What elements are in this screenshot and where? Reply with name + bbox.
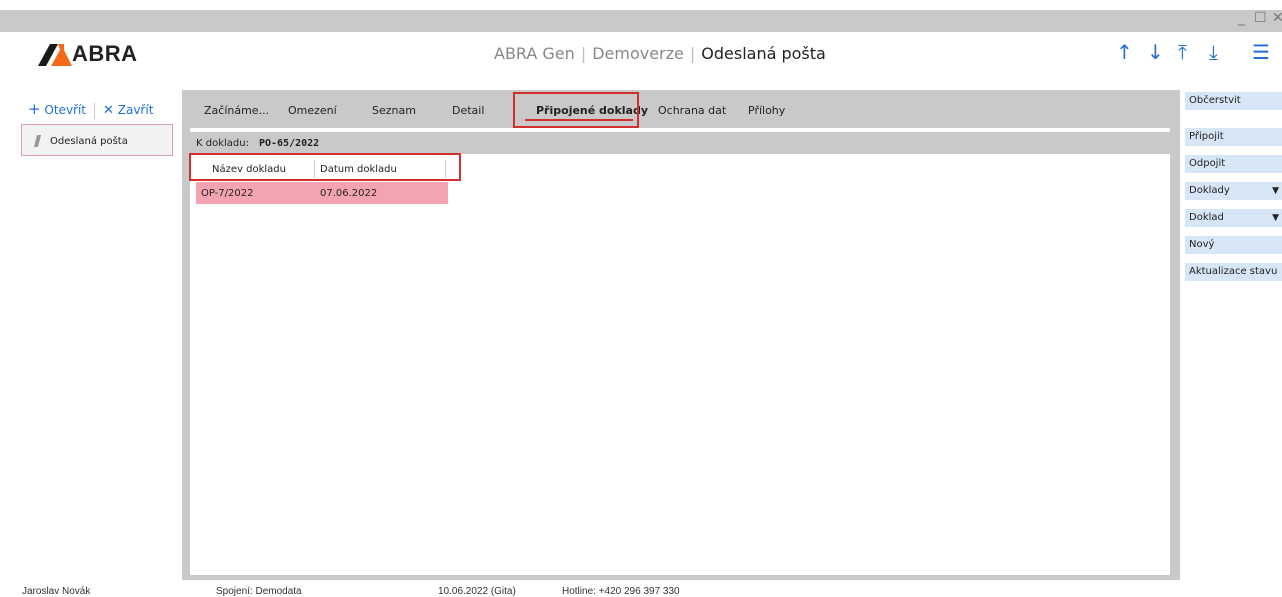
doklad-dropdown[interactable]: Doklad ▼ xyxy=(1185,209,1282,227)
title-separator: | xyxy=(689,44,696,63)
document-icon xyxy=(34,135,41,147)
status-user: Jaroslav Novák xyxy=(22,586,91,597)
new-label: Nový xyxy=(1189,239,1215,250)
arrow-down-icon[interactable]: ↓ xyxy=(1147,40,1164,64)
cell-nazev: OP-7/2022 xyxy=(201,188,254,199)
doklad-label: Doklad xyxy=(1189,212,1224,223)
minimize-icon[interactable]: _ xyxy=(1238,10,1245,26)
maximize-icon[interactable]: ☐ xyxy=(1254,10,1267,26)
status-bar: Jaroslav Novák Spojení: Demodata 10.06.2… xyxy=(0,580,1282,597)
doklady-label: Doklady xyxy=(1189,185,1230,196)
new-button[interactable]: Nový xyxy=(1185,236,1282,254)
edition-name: Demoverze xyxy=(592,44,684,63)
table-highlight xyxy=(189,153,461,181)
open-label: Otevřít xyxy=(44,103,87,117)
plus-icon: + xyxy=(28,100,41,118)
app-header: ABRA ABRA Gen | Demoverze | Odeslaná pošta ↑… xyxy=(0,32,1282,74)
k-dokladu-field: K dokladu: PO-65/2022 xyxy=(196,138,319,149)
tab-seznam[interactable]: Seznam xyxy=(372,104,416,117)
divider xyxy=(190,128,1170,132)
close-label: Zavřít xyxy=(117,103,154,117)
module-name: Odeslaná pošta xyxy=(701,44,826,63)
tab-detail[interactable]: Detail xyxy=(452,104,484,117)
tab-omezeni[interactable]: Omezení xyxy=(288,104,337,117)
window-titlebar: _ ☐ ✕ xyxy=(0,10,1282,32)
update-status-label: Aktualizace stavu xyxy=(1189,266,1278,277)
status-hotline: Hotline: +420 296 397 330 xyxy=(562,586,680,597)
status-date: 10.06.2022 (Gita) xyxy=(438,586,516,597)
active-tab-highlight xyxy=(513,92,639,128)
tab-zaciname[interactable]: Začínáme... xyxy=(204,104,269,117)
logo-text: ABRA xyxy=(72,41,138,66)
abra-logo-icon xyxy=(38,44,72,66)
title-separator: | xyxy=(580,44,587,63)
detach-button[interactable]: Odpojit xyxy=(1185,155,1282,173)
caret-down-icon: ▼ xyxy=(1272,186,1279,196)
close-button[interactable]: ✕ Zavřít xyxy=(103,103,154,118)
main-panel: Začínáme... Omezení Seznam Detail Připoj… xyxy=(182,90,1180,580)
tab-prilohy[interactable]: Přílohy xyxy=(748,104,785,117)
toolbar-separator xyxy=(94,102,96,119)
sidebar-item-label: Odeslaná pošta xyxy=(50,136,128,147)
x-icon: ✕ xyxy=(103,103,114,118)
left-toolbar: + Otevřít ✕ Zavřít xyxy=(28,100,153,119)
open-button[interactable]: + Otevřít xyxy=(28,100,87,118)
update-status-button[interactable]: Aktualizace stavu xyxy=(1185,263,1282,281)
table-row[interactable]: OP-7/2022 07.06.2022 xyxy=(196,182,448,204)
refresh-label: Občerstvit xyxy=(1189,95,1241,106)
attach-button[interactable]: Připojit xyxy=(1185,128,1282,146)
arrow-up-icon[interactable]: ↑ xyxy=(1116,40,1133,64)
tab-ochrana-dat[interactable]: Ochrana dat xyxy=(658,104,726,117)
menu-icon[interactable]: ☰ xyxy=(1252,40,1270,64)
tab-bar: Začínáme... Omezení Seznam Detail Připoj… xyxy=(182,90,1180,128)
k-dokladu-label: K dokladu: xyxy=(196,138,249,149)
arrow-to-bottom-icon[interactable]: ⤓ xyxy=(1209,40,1218,64)
k-dokladu-value: PO-65/2022 xyxy=(258,138,320,149)
window-title: ABRA Gen | Demoverze | Odeslaná pošta xyxy=(494,44,826,63)
status-connection: Spojení: Demodata xyxy=(216,586,302,597)
sidebar-item-odeslana-posta[interactable]: Odeslaná pošta xyxy=(21,124,173,156)
app-name: ABRA Gen xyxy=(494,44,575,63)
caret-down-icon: ▼ xyxy=(1272,213,1279,223)
attached-documents-grid: Název dokladu Datum dokladu OP-7/2022 07… xyxy=(190,154,1170,575)
cell-datum: 07.06.2022 xyxy=(320,188,378,199)
close-window-icon[interactable]: ✕ xyxy=(1272,10,1282,26)
doklady-dropdown[interactable]: Doklady ▼ xyxy=(1185,182,1282,200)
action-panel: Občerstvit Připojit Odpojit Doklady ▼ Dok… xyxy=(1182,90,1282,580)
attach-label: Připojit xyxy=(1189,131,1224,142)
arrow-to-top-icon[interactable]: ⤒ xyxy=(1178,40,1187,64)
detach-label: Odpojit xyxy=(1189,158,1226,169)
refresh-button[interactable]: Občerstvit xyxy=(1185,92,1282,110)
